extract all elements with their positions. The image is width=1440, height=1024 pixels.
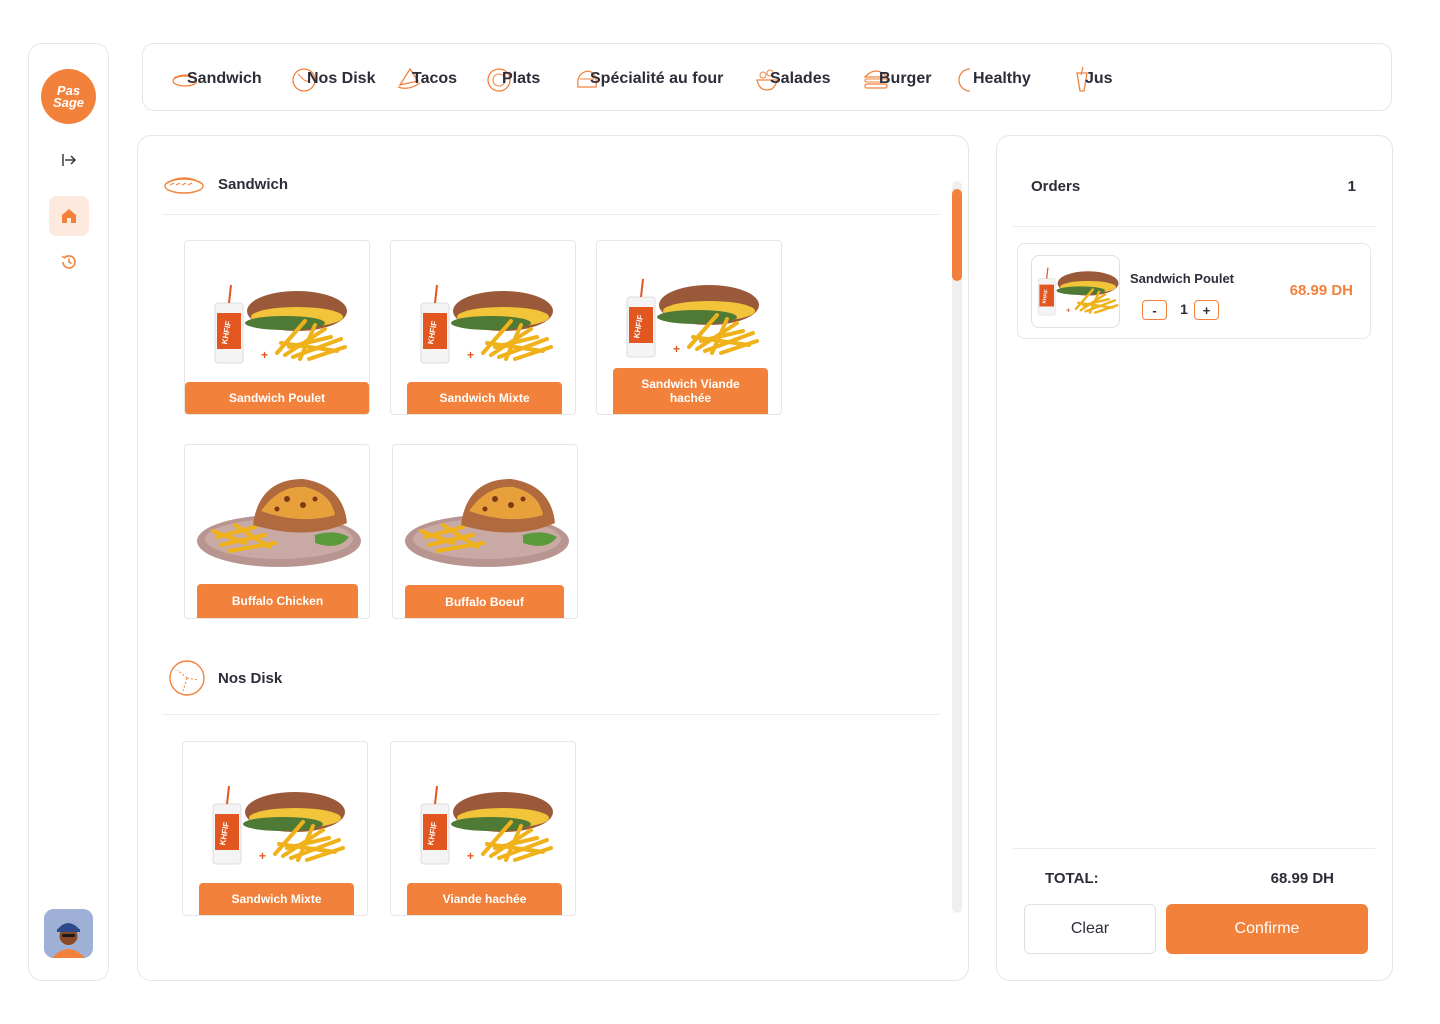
menu-scrollbar[interactable] [952,181,962,913]
category-tab-plats[interactable]: Plats [486,64,540,94]
product-name: Buffalo Chicken [197,584,358,618]
product-card[interactable]: Buffalo Chicken [184,444,370,619]
order-item-quantity: 1 [1180,301,1188,317]
menu-panel: Sandwich Sandwich Poulet Sandwich Mixte … [137,135,969,981]
sandwich-icon [164,177,204,194]
product-card[interactable]: Sandwich Mixte [182,741,368,916]
collapse-arrow-icon [62,154,76,166]
product-name: Buffalo Boeuf [405,585,564,618]
product-image [205,281,351,371]
order-item-image [1031,255,1120,328]
product-card[interactable]: Sandwich Mixte [390,240,576,415]
menu-scrollbar-thumb[interactable] [952,189,962,281]
sidebar-item-history[interactable] [49,242,89,282]
product-name: Sandwich Poulet [185,382,369,414]
history-icon [61,255,76,269]
order-item: Sandwich Poulet - 1 + 68.99 DH [1017,243,1371,339]
product-image [411,281,557,371]
section-title: Nos Disk [218,669,283,687]
product-image [203,782,349,872]
section-header-nos-disk: Nos Disk [168,658,282,698]
section-divider [162,714,940,715]
category-label: Tacos [412,70,458,87]
section-title: Sandwich [218,175,289,193]
product-image [403,465,571,575]
order-item-price: 68.99 DH [1289,282,1353,299]
category-label: Nos Disk [307,70,376,87]
category-tab-jus[interactable]: Jus [1069,64,1113,94]
product-image [617,275,763,365]
brand-logo[interactable]: Pas Sage [41,69,96,124]
category-tab-specialite-au-four[interactable]: Spécialité au four [574,64,723,94]
section-header-sandwich: Sandwich [162,164,288,204]
confirm-button[interactable]: Confirme [1166,904,1368,954]
product-image [411,782,557,872]
product-card[interactable]: Buffalo Boeuf [392,444,578,619]
category-tab-healthy[interactable]: Healthy [957,64,1031,94]
total-value: 68.99 DH [1270,870,1334,887]
product-image [195,465,363,575]
orders-count: 1 [1347,178,1356,195]
product-card[interactable]: Viande hachée [390,741,576,916]
category-label: Sandwich [187,70,262,87]
orders-title: Orders [1031,178,1081,195]
home-icon [62,209,76,223]
disk-icon [169,660,205,696]
sidebar: Pas Sage [28,43,109,981]
avatar-illustration [44,909,93,958]
product-name: Sandwich Viande hachée [613,368,768,414]
sidebar-item-home[interactable] [49,196,89,236]
orders-divider [1013,226,1375,227]
product-name: Sandwich Mixte [407,382,562,414]
order-item-picture [1036,266,1119,317]
clear-button[interactable]: Clear [1024,904,1156,954]
category-tab-sandwich[interactable]: Sandwich [171,64,262,94]
product-card[interactable]: Sandwich Viande hachée [596,240,782,415]
category-tab-burger[interactable]: Burger [863,64,931,94]
product-card[interactable]: Sandwich Poulet [184,240,370,415]
category-bar: Sandwich Nos Disk Tacos Plats Spécialité… [142,43,1392,111]
category-label: Spécialité au four [590,70,724,87]
category-label: Plats [502,70,541,87]
order-item-name: Sandwich Poulet [1130,271,1235,286]
increase-quantity-button[interactable]: + [1194,300,1219,320]
decrease-quantity-button[interactable]: - [1142,300,1167,320]
category-tab-tacos[interactable]: Tacos [396,64,457,94]
category-label: Salades [770,70,831,87]
section-divider [162,214,940,215]
user-avatar[interactable] [44,909,93,958]
product-name: Sandwich Mixte [199,883,354,915]
total-label: TOTAL: [1045,870,1099,887]
category-label: Jus [1085,70,1113,87]
category-label: Burger [879,70,932,87]
category-label: Healthy [973,70,1031,87]
orders-panel: Orders 1 Sandwich Poulet - 1 + 68.99 DH … [996,135,1393,981]
category-tab-salades[interactable]: Salades [754,64,830,94]
product-name: Viande hachée [407,883,562,915]
orders-divider [1013,848,1375,849]
logo-text-bottom: Sage [52,94,85,110]
sidebar-collapse-button[interactable] [49,140,89,180]
category-tab-nos-disk[interactable]: Nos Disk [291,64,375,94]
